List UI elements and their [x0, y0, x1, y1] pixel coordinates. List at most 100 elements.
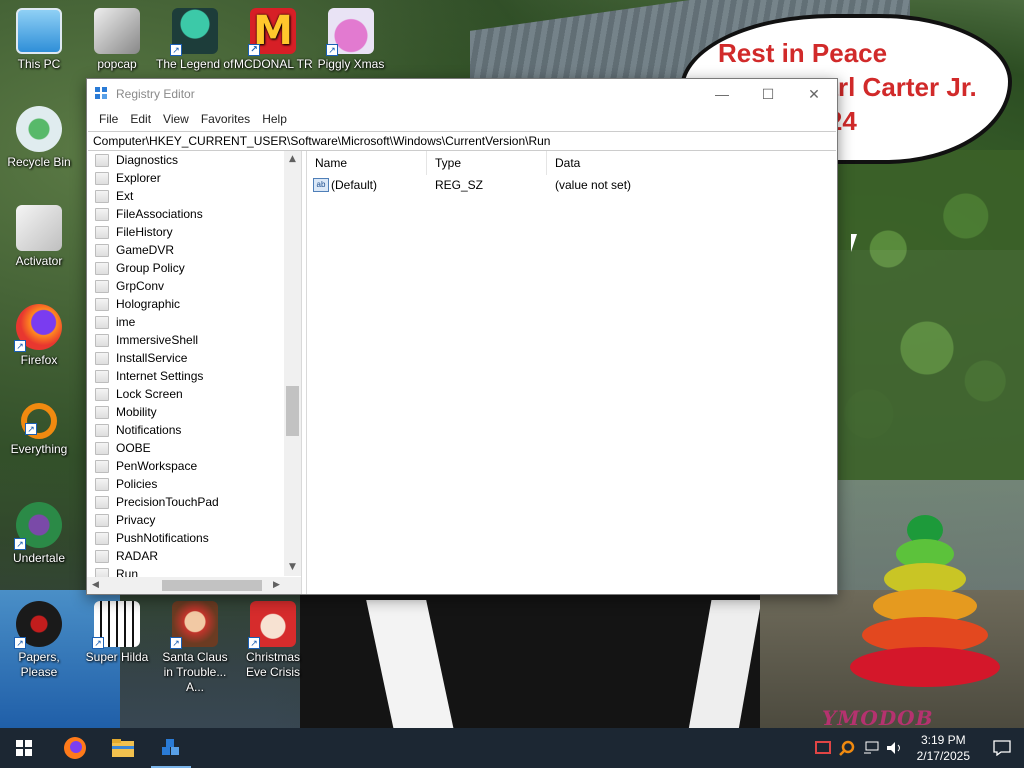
tray-app-icon[interactable] — [811, 728, 835, 768]
windows-logo-icon — [16, 740, 32, 756]
menu-file[interactable]: File — [93, 112, 124, 126]
tree-item[interactable]: ime — [87, 313, 285, 331]
folder-icon — [95, 351, 109, 365]
christmas-tree-decoration — [840, 505, 1010, 715]
shortcut-arrow-icon: ↗ — [248, 637, 260, 649]
desktop-icon-firefox[interactable]: ↗ Firefox — [0, 304, 78, 368]
shortcut-arrow-icon: ↗ — [14, 637, 26, 649]
menu-favorites[interactable]: Favorites — [195, 112, 256, 126]
tree-item[interactable]: Diagnostics — [87, 151, 285, 169]
pixel-character-icon: ↗ — [92, 601, 140, 649]
tree-item[interactable]: Ext — [87, 187, 285, 205]
desktop-icon-label: MCDONAL TRAGURE — [234, 57, 312, 71]
desktop-icon-undertale[interactable]: ↗ Undertale — [0, 502, 78, 566]
desktop-icon-activator[interactable]: Activator — [0, 205, 78, 269]
desktop-icon-christmas-eve-crisis[interactable]: ↗ Christmas Eve Crisis — [234, 601, 312, 680]
value-row[interactable]: ab (Default) REG_SZ (value not set) — [307, 175, 837, 195]
column-header-data[interactable]: Data — [547, 151, 747, 175]
screen-recorder-icon — [814, 741, 831, 754]
popcap-icon — [94, 8, 140, 54]
address-bar[interactable]: Computer\HKEY_CURRENT_USER\Software\Micr… — [88, 131, 836, 151]
desktop-icon-label: Papers, Please — [18, 650, 60, 679]
close-button[interactable]: ✕ — [791, 79, 837, 109]
scroll-down-arrow-icon[interactable]: ▼ — [284, 559, 301, 576]
tree-item[interactable]: Privacy — [87, 511, 285, 529]
tree-item[interactable]: Lock Screen — [87, 385, 285, 403]
values-list-pane[interactable]: Name Type Data ab (Default) REG_SZ (value… — [306, 151, 837, 594]
tree-item[interactable]: Holographic — [87, 295, 285, 313]
folder-icon — [95, 171, 109, 185]
tree-vertical-scrollbar[interactable]: ▲ ▼ — [284, 151, 301, 576]
shortcut-arrow-icon: ↗ — [170, 637, 182, 649]
desktop-icon-mcdonalds[interactable]: M↗ MCDONAL TRAGURE — [234, 8, 312, 72]
desktop-icon-label: Firefox — [20, 353, 58, 367]
tree-item[interactable]: ImmersiveShell — [87, 331, 285, 349]
desktop-icon-popcap[interactable]: popcap — [78, 8, 156, 72]
tree-item[interactable]: PrecisionTouchPad — [87, 493, 285, 511]
taskbar-firefox[interactable] — [51, 728, 99, 768]
wallpaper-signature: YMODOB — [822, 706, 934, 730]
column-header-name[interactable]: Name — [307, 151, 427, 175]
menu-view[interactable]: View — [157, 112, 195, 126]
folder-icon — [95, 153, 109, 167]
tree-item[interactable]: FileHistory — [87, 223, 285, 241]
desktop-icon-label: popcap — [97, 57, 137, 71]
menu-help[interactable]: Help — [256, 112, 293, 126]
desktop-icon-papers-please[interactable]: ↗ Papers, Please — [0, 601, 78, 680]
tree-item-label: Diagnostics — [116, 153, 179, 167]
tree-item[interactable]: Group Policy — [87, 259, 285, 277]
tree-item-label: PushNotifications — [116, 531, 209, 545]
tree-horizontal-scrollbar[interactable]: ◀ ▶ — [87, 577, 285, 594]
folder-icon — [95, 189, 109, 203]
scroll-thumb[interactable] — [162, 580, 262, 591]
menu-edit[interactable]: Edit — [124, 112, 157, 126]
maximize-button[interactable]: ☐ — [745, 79, 791, 109]
tree-item[interactable]: RADAR — [87, 547, 285, 565]
computer-icon — [16, 8, 62, 54]
tree-item[interactable]: Internet Settings — [87, 367, 285, 385]
desktop-icon-santa-claus-trouble[interactable]: ↗ Santa Claus in Trouble... A... — [156, 601, 234, 695]
desktop-icon-piggly-xmas[interactable]: ↗ Piggly Xmas — [312, 8, 390, 72]
tree-item[interactable]: InstallService — [87, 349, 285, 367]
tree-item-label: Explorer — [116, 171, 161, 185]
desktop-icon-everything[interactable]: ↗ Everything — [0, 403, 78, 457]
tree-item[interactable]: Policies — [87, 475, 285, 493]
tree-item[interactable]: PenWorkspace — [87, 457, 285, 475]
scroll-thumb[interactable] — [286, 386, 299, 436]
taskbar-file-explorer[interactable] — [99, 728, 147, 768]
scroll-up-arrow-icon[interactable]: ▲ — [284, 151, 301, 168]
network-icon[interactable] — [859, 728, 883, 768]
tree-item[interactable]: FileAssociations — [87, 205, 285, 223]
taskbar-registry-editor[interactable] — [147, 728, 195, 768]
desktop-icon-label: Santa Claus in Trouble... A... — [162, 650, 228, 694]
regedit-icon — [162, 739, 179, 755]
desktop-icon-legend[interactable]: ↗ The Legend of ... — [156, 8, 234, 72]
desktop-icon-recycle-bin[interactable]: Recycle Bin — [0, 106, 78, 170]
key-tree-pane[interactable]: Diagnostics Explorer Ext FileAssociations Fi… — [87, 151, 302, 594]
tree-item[interactable]: PushNotifications — [87, 529, 285, 547]
scroll-right-arrow-icon[interactable]: ▶ — [268, 577, 285, 594]
window-titlebar[interactable]: Registry Editor — ☐ ✕ — [87, 79, 837, 109]
notifications-button[interactable] — [980, 728, 1024, 768]
desktop-icon-label: Piggly Xmas — [317, 57, 385, 71]
start-button[interactable] — [0, 728, 48, 768]
firefox-icon — [64, 737, 86, 759]
scroll-left-arrow-icon[interactable]: ◀ — [87, 577, 104, 594]
tree-item[interactable]: Explorer — [87, 169, 285, 187]
folder-icon — [95, 423, 109, 437]
tree-item[interactable]: Notifications — [87, 421, 285, 439]
key-tree[interactable]: Diagnostics Explorer Ext FileAssociations Fi… — [87, 151, 285, 581]
desktop-icon-label: The Legend of ... — [156, 57, 234, 71]
desktop-icon-this-pc[interactable]: This PC — [0, 8, 78, 72]
registry-editor-window[interactable]: Registry Editor — ☐ ✕ File Edit View Fav… — [86, 78, 838, 595]
tree-item[interactable]: Mobility — [87, 403, 285, 421]
tray-everything-icon[interactable] — [835, 728, 859, 768]
column-header-type[interactable]: Type — [427, 151, 547, 175]
desktop-icon-super-hilda[interactable]: ↗ Super Hilda — [78, 601, 156, 665]
tree-item[interactable]: GrpConv — [87, 277, 285, 295]
volume-icon[interactable] — [883, 728, 907, 768]
clock[interactable]: 3:19 PM 2/17/2025 — [907, 732, 980, 764]
tree-item[interactable]: OOBE — [87, 439, 285, 457]
tree-item[interactable]: GameDVR — [87, 241, 285, 259]
minimize-button[interactable]: — — [699, 79, 745, 109]
